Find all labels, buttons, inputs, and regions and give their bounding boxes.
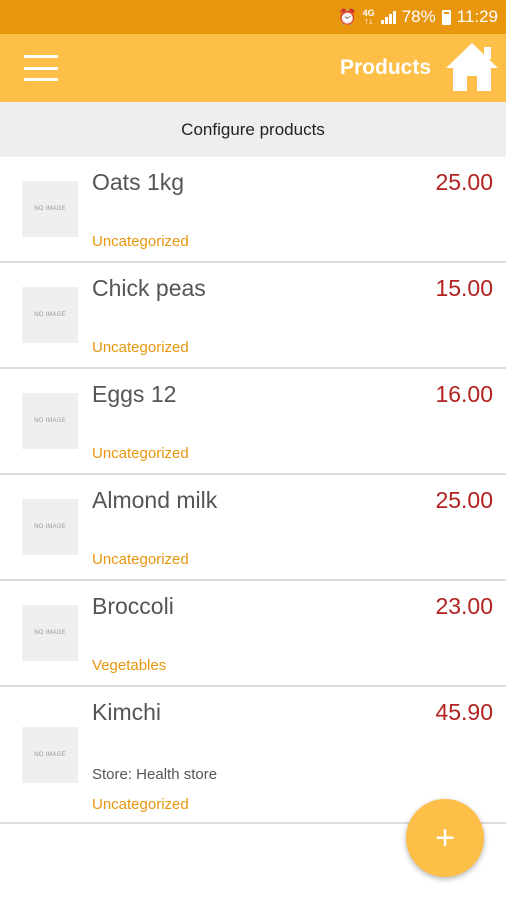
status-bar: ⏰ 4G ↑↓ 78% 11:29 — [0, 0, 506, 34]
product-image-placeholder: NO IMAGE — [22, 287, 78, 343]
status-time: 11:29 — [456, 7, 498, 26]
signal-icon — [380, 10, 396, 24]
product-price: 25.00 — [435, 487, 493, 513]
product-name: Broccoli — [92, 593, 174, 619]
network-type-icon: 4G ↑↓ — [362, 8, 375, 26]
product-store: Store: Health store — [92, 766, 218, 783]
product-row[interactable]: NO IMAGE Oats 1kg 25.00 Uncategorized — [0, 157, 506, 263]
configure-products-header[interactable]: Configure products — [0, 102, 506, 157]
product-category: Uncategorized — [92, 551, 189, 568]
product-name: Eggs 12 — [92, 381, 177, 407]
product-name: Almond milk — [92, 487, 218, 513]
product-list: NO IMAGE Oats 1kg 25.00 Uncategorized NO… — [0, 157, 506, 824]
product-price: 25.00 — [435, 169, 493, 195]
product-price: 15.00 — [435, 275, 493, 301]
product-name: Oats 1kg — [92, 169, 185, 195]
product-row[interactable]: NO IMAGE Almond milk 25.00 Uncategorized — [0, 475, 506, 581]
product-category: Uncategorized — [92, 445, 189, 462]
battery-icon — [441, 9, 451, 25]
product-category: Uncategorized — [92, 339, 189, 356]
product-image-placeholder: NO IMAGE — [22, 605, 78, 661]
product-row[interactable]: NO IMAGE Eggs 12 16.00 Uncategorized — [0, 369, 506, 475]
product-category: Uncategorized — [92, 233, 189, 250]
product-image-placeholder: NO IMAGE — [22, 499, 78, 555]
alarm-icon: ⏰ — [337, 8, 357, 26]
product-image-placeholder: NO IMAGE — [22, 393, 78, 449]
product-name: Kimchi — [92, 699, 162, 725]
product-price: 16.00 — [435, 381, 493, 407]
product-price: 23.00 — [435, 593, 493, 619]
menu-icon[interactable] — [24, 55, 58, 81]
product-name: Chick peas — [92, 275, 206, 301]
battery-percent: 78% — [401, 7, 436, 26]
product-row[interactable]: NO IMAGE Chick peas 15.00 Uncategorized — [0, 263, 506, 369]
product-image-placeholder: NO IMAGE — [22, 181, 78, 237]
product-price: 45.90 — [435, 699, 493, 725]
product-category: Vegetables — [92, 657, 167, 674]
product-image-placeholder: NO IMAGE — [22, 727, 78, 783]
add-product-button[interactable]: + — [406, 799, 484, 877]
product-row[interactable]: NO IMAGE Broccoli 23.00 Vegetables — [0, 581, 506, 687]
product-category: Uncategorized — [92, 796, 189, 813]
home-icon[interactable] — [444, 40, 500, 94]
page-title: Products — [339, 56, 431, 79]
add-icon: + — [435, 818, 455, 857]
app-bar: Products — [0, 34, 506, 102]
